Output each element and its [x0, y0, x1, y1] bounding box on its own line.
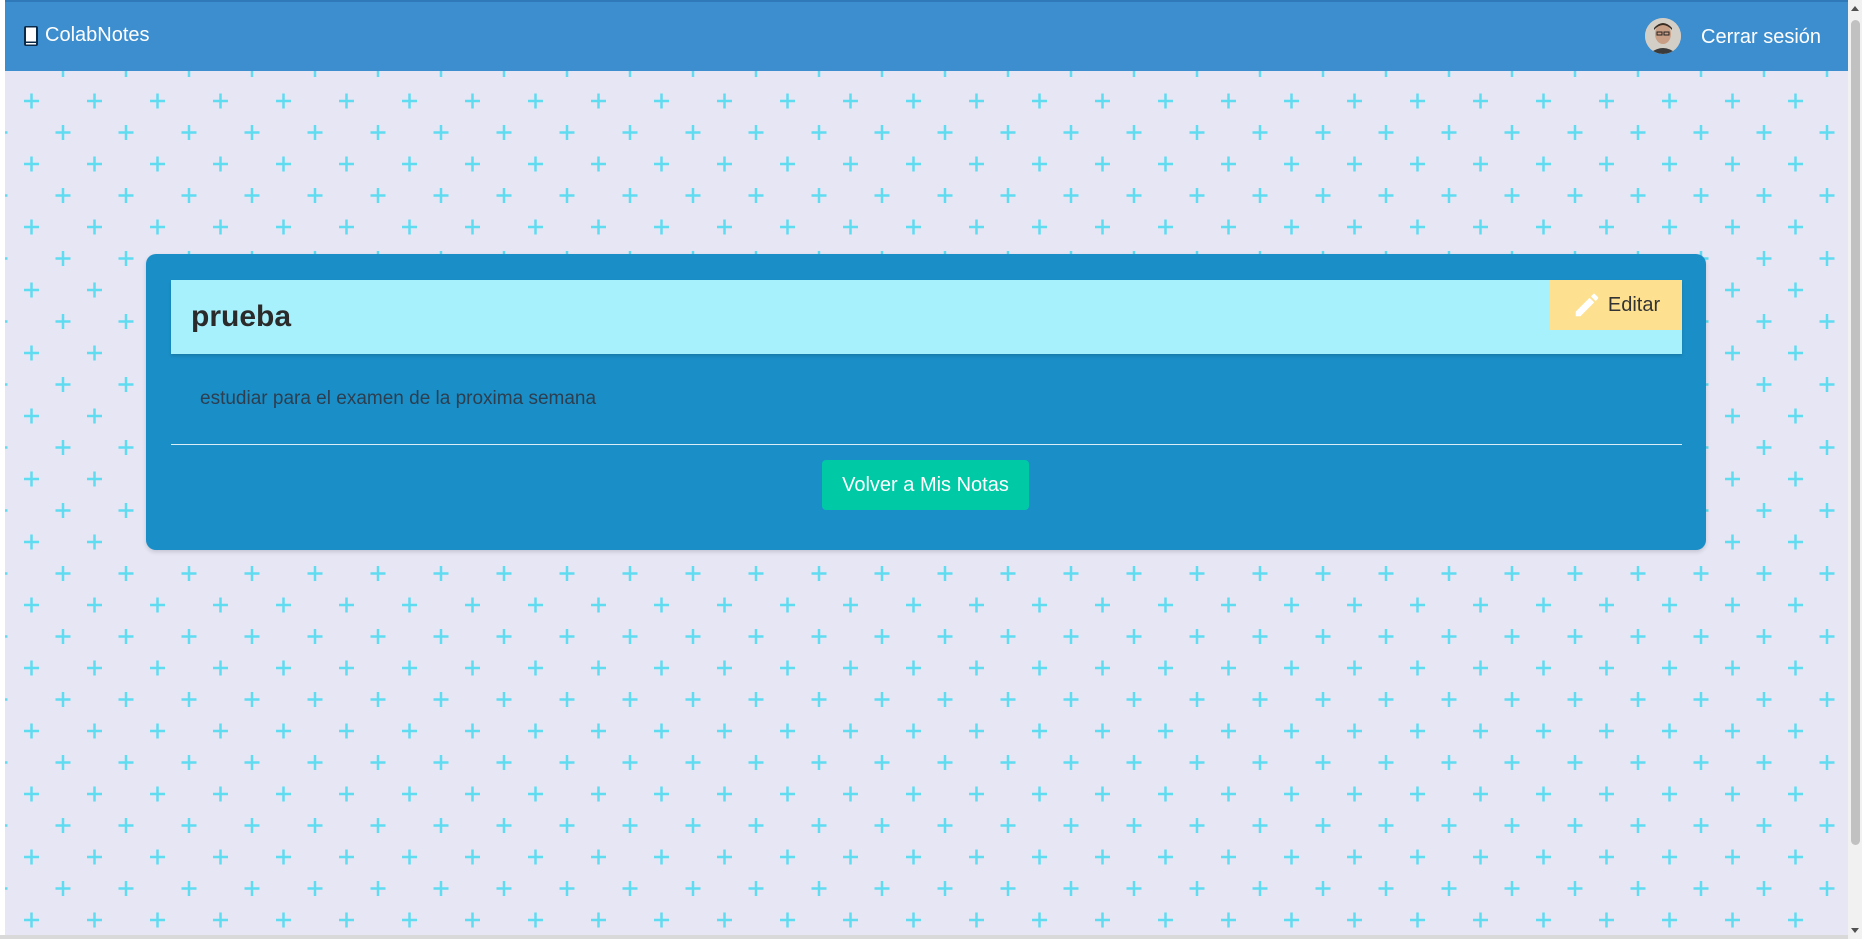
- logout-link[interactable]: Cerrar sesión: [1701, 26, 1821, 49]
- divider: [171, 444, 1682, 445]
- user-avatar[interactable]: [1645, 18, 1681, 54]
- book-icon: [24, 25, 38, 46]
- edit-button[interactable]: Editar: [1550, 280, 1682, 330]
- scroll-thumb[interactable]: [1851, 20, 1860, 845]
- bottom-edge: [0, 935, 1848, 939]
- back-to-notes-button[interactable]: Volver a Mis Notas: [822, 460, 1029, 510]
- note-header: prueba Editar: [171, 280, 1682, 354]
- note-content: estudiar para el examen de la proxima se…: [200, 388, 597, 409]
- note-card: prueba Editar estudiar para el examen de…: [146, 254, 1706, 550]
- brand-name: ColabNotes: [45, 24, 150, 46]
- avatar-photo: [1645, 18, 1681, 54]
- pencil-icon: [1575, 293, 1599, 317]
- scroll-down-icon[interactable]: [1851, 928, 1859, 933]
- scroll-up-icon[interactable]: [1851, 6, 1859, 11]
- edit-label: Editar: [1607, 293, 1661, 316]
- note-title: prueba: [191, 300, 292, 333]
- vertical-scrollbar[interactable]: [1848, 0, 1862, 939]
- brand-link[interactable]: ColabNotes: [23, 24, 150, 47]
- top-navbar: ColabNotes Cerrar sesión: [5, 0, 1848, 71]
